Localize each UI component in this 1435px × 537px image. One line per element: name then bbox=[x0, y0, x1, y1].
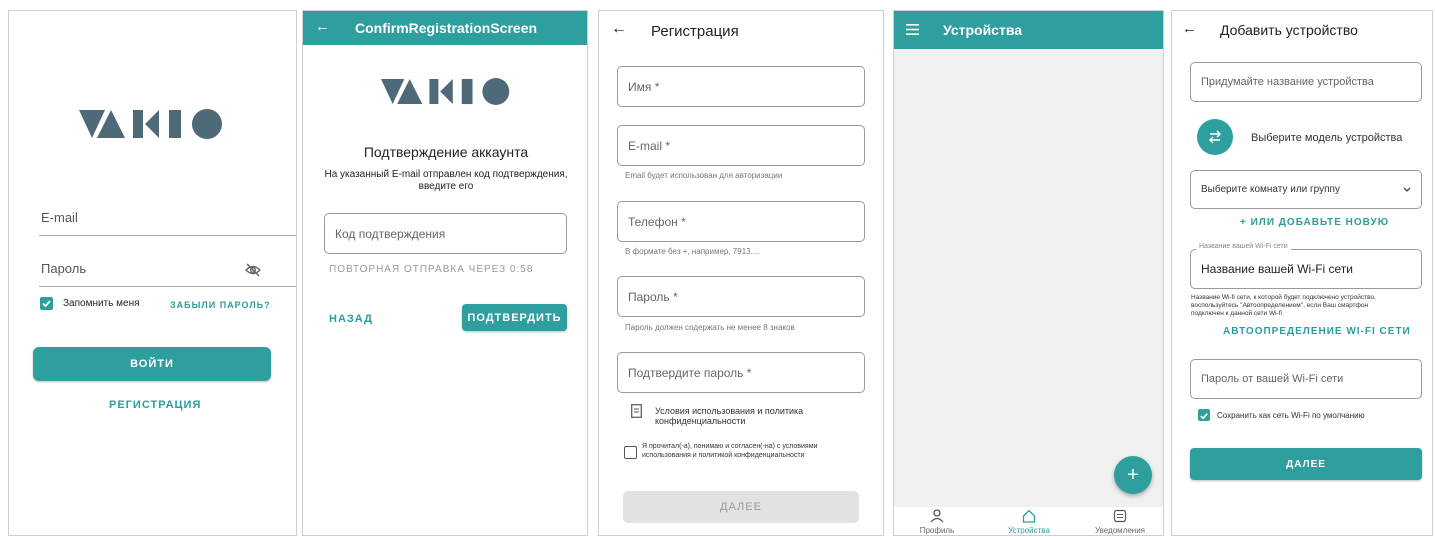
room-select[interactable]: Выберите комнату или группу bbox=[1190, 170, 1422, 209]
login-screen: E-mail Пароль Запомнить меня ЗАБЫЛИ ПАРО… bbox=[8, 10, 297, 536]
register-link[interactable]: РЕГИСТРАЦИЯ bbox=[109, 399, 201, 411]
home-icon bbox=[1022, 509, 1036, 523]
password-helper: Пароль должен содержать не менее 8 знако… bbox=[625, 323, 795, 332]
name-field[interactable]: Имя * bbox=[617, 66, 865, 107]
check-icon bbox=[1200, 413, 1208, 420]
agree-text-2: использования и политикой конфиденциальн… bbox=[642, 452, 805, 459]
wifi-helper-3: подключен к данной сети Wi-fi bbox=[1191, 310, 1282, 317]
save-default-label: Сохранить как сеть Wi-Fi по умолчанию bbox=[1217, 411, 1365, 420]
appbar: ← Добавить устройство bbox=[1172, 11, 1432, 53]
nav-devices[interactable]: Устройства bbox=[999, 509, 1059, 535]
back-arrow-icon[interactable]: ← bbox=[611, 20, 627, 38]
wifi-name-label: Название вашей Wi-Fi сети bbox=[1196, 243, 1291, 250]
menu-icon[interactable] bbox=[906, 24, 919, 35]
next-button-disabled[interactable]: ДАЛЕЕ bbox=[623, 491, 859, 523]
wifi-helper-1: Название Wi-fi сети, к которой будет под… bbox=[1191, 294, 1376, 301]
vakio-logo bbox=[79, 109, 222, 139]
notifications-icon bbox=[1113, 509, 1127, 523]
back-arrow-icon[interactable]: ← bbox=[315, 18, 330, 35]
wifi-name-field[interactable]: Название вашей Wi-Fi сети bbox=[1190, 249, 1422, 289]
email-underline bbox=[39, 235, 296, 236]
device-name-field[interactable]: Придумайте название устройства bbox=[1190, 62, 1422, 102]
add-device-fab[interactable]: + bbox=[1114, 456, 1152, 494]
nav-profile-label: Профиль bbox=[919, 526, 955, 535]
nav-devices-label: Устройства bbox=[1008, 526, 1050, 535]
person-icon bbox=[930, 509, 944, 523]
bottom-nav: Профиль Устройства Уведомления bbox=[894, 507, 1163, 535]
nav-notifications[interactable]: Уведомления bbox=[1090, 509, 1150, 535]
terms-link-2[interactable]: конфиденциальности bbox=[655, 416, 745, 426]
password-underline bbox=[39, 286, 296, 287]
terms-link-1[interactable]: Условия использования и политика bbox=[655, 406, 803, 416]
add-new-room-link[interactable]: + ИЛИ ДОБАВЬТЕ НОВУЮ bbox=[1240, 217, 1389, 228]
phone-field[interactable]: Телефон * bbox=[617, 201, 865, 242]
agree-checkbox[interactable] bbox=[624, 446, 637, 459]
email-field[interactable]: E-mail * bbox=[617, 125, 865, 166]
devices-list-area bbox=[894, 49, 1163, 507]
confirm-subtext-2: введите его bbox=[418, 181, 474, 192]
registration-screen: ← Регистрация Имя * E-mail * Email будет… bbox=[598, 10, 884, 536]
add-device-screen: ← Добавить устройство Придумайте названи… bbox=[1171, 10, 1433, 536]
email-helper: Email будет использован для авторизации bbox=[625, 171, 783, 180]
password-field[interactable]: Пароль * bbox=[617, 276, 865, 317]
email-field[interactable]: E-mail bbox=[41, 210, 78, 225]
appbar-title: Устройства bbox=[943, 22, 1023, 38]
swap-icon bbox=[1208, 130, 1222, 144]
appbar: ← Регистрация bbox=[599, 11, 883, 53]
next-button[interactable]: ДАЛЕЕ bbox=[1190, 448, 1422, 480]
wifi-password-field[interactable]: Пароль от вашей Wi-Fi сети bbox=[1190, 359, 1422, 399]
remember-label: Запомнить меня bbox=[63, 298, 140, 309]
back-button[interactable]: НАЗАД bbox=[329, 313, 373, 325]
visibility-off-icon[interactable] bbox=[245, 263, 261, 277]
confirm-subtext-1: На указанный E-mail отправлен код подтве… bbox=[324, 169, 568, 180]
nav-notifications-label: Уведомления bbox=[1094, 526, 1146, 535]
appbar: Устройства bbox=[894, 11, 1163, 49]
confirm-heading: Подтверждение аккаунта bbox=[363, 144, 529, 160]
appbar-title: Регистрация bbox=[651, 23, 739, 40]
confirm-password-field[interactable]: Подтвердите пароль * bbox=[617, 352, 865, 393]
choose-model-button[interactable] bbox=[1197, 119, 1233, 155]
model-label[interactable]: Выберите модель устройства bbox=[1251, 132, 1402, 144]
agree-text-1: Я прочитал(-а), понимаю и согласен(-на) … bbox=[642, 443, 818, 450]
chevron-down-icon bbox=[1403, 187, 1411, 192]
login-button[interactable]: ВОЙТИ bbox=[33, 347, 271, 381]
document-icon[interactable] bbox=[631, 404, 642, 418]
confirm-registration-screen: ← ConfirmRegistrationScreen Подтверждени… bbox=[302, 10, 588, 536]
forgot-password-link[interactable]: ЗАБЫЛИ ПАРОЛЬ? bbox=[170, 300, 271, 310]
appbar-title: Добавить устройство bbox=[1220, 22, 1358, 38]
room-select-value: Выберите комнату или группу bbox=[1201, 184, 1340, 195]
appbar: ← ConfirmRegistrationScreen bbox=[303, 11, 587, 45]
save-default-checkbox[interactable] bbox=[1198, 409, 1210, 421]
confirm-button[interactable]: ПОДТВЕРДИТЬ bbox=[462, 304, 567, 331]
phone-helper: В формате без +, например, 7913.... bbox=[625, 247, 760, 256]
check-icon bbox=[42, 300, 51, 308]
remember-checkbox[interactable] bbox=[40, 297, 53, 310]
autodetect-wifi-link[interactable]: АВТООПРЕДЕЛЕНИЕ WI-FI СЕТИ bbox=[1223, 326, 1411, 337]
password-field[interactable]: Пароль bbox=[41, 261, 86, 276]
vakio-logo bbox=[381, 78, 510, 105]
wifi-helper-2: воспользуйтесь "Автоопределением", если … bbox=[1191, 302, 1369, 309]
resend-timer: ПОВТОРНАЯ ОТПРАВКА ЧЕРЕЗ 0:58 bbox=[329, 264, 534, 275]
devices-screen: Устройства + Профиль Устройства Уведомле… bbox=[893, 10, 1164, 536]
appbar-title: ConfirmRegistrationScreen bbox=[355, 20, 538, 36]
nav-profile[interactable]: Профиль bbox=[912, 509, 962, 535]
back-arrow-icon[interactable]: ← bbox=[1182, 20, 1197, 37]
code-input[interactable]: Код подтверждения bbox=[324, 213, 567, 254]
